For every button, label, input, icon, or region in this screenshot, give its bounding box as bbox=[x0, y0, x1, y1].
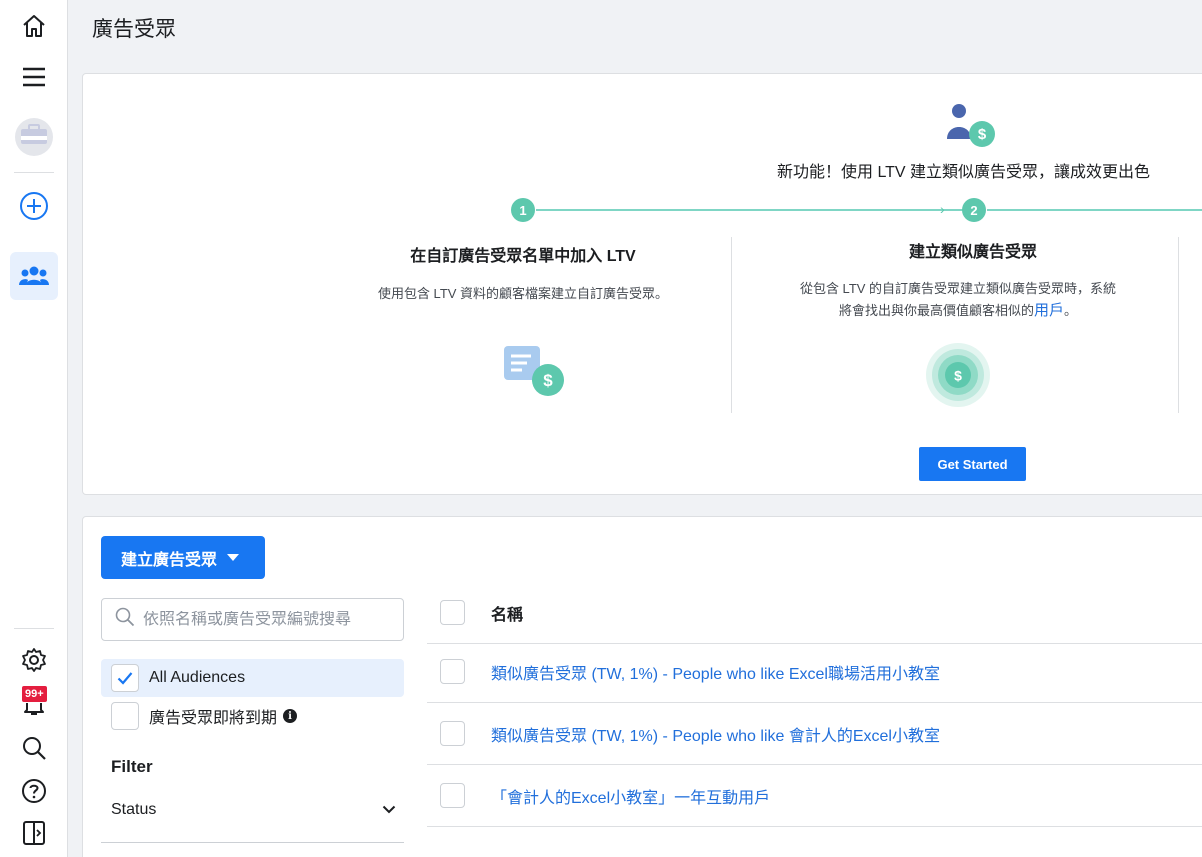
step-1-description: 使用包含 LTV 資料的顧客檔案建立自訂廣告受眾。 bbox=[377, 286, 669, 301]
step-connector bbox=[987, 209, 1202, 211]
all-audiences-checkbox[interactable] bbox=[111, 664, 139, 692]
step-connector bbox=[536, 209, 972, 211]
svg-text:$: $ bbox=[543, 371, 553, 390]
account-avatar bbox=[14, 117, 54, 157]
audience-search[interactable] bbox=[101, 598, 404, 641]
left-rail: 99+ bbox=[0, 0, 68, 857]
table-row: 「會計人的Excel小教室」一年互動用戶 bbox=[427, 765, 1202, 827]
audiences-icon bbox=[19, 264, 49, 288]
rail-divider bbox=[14, 628, 54, 629]
home-button[interactable] bbox=[10, 2, 58, 50]
step-2-description: 從包含 LTV 的自訂廣告受眾建立類似廣告受眾時，系統 將會找出與你最高價值顧客… bbox=[763, 278, 1153, 322]
lookalike-target-icon: $ bbox=[925, 342, 991, 413]
page-title: 廣告受眾 bbox=[92, 18, 176, 41]
help-button[interactable] bbox=[10, 767, 58, 815]
create-audience-label: 建立廣告受眾 bbox=[121, 551, 218, 569]
get-started-button[interactable]: Get Started bbox=[919, 447, 1026, 481]
column-name-header[interactable]: 名稱 bbox=[491, 601, 523, 625]
step-2-description-line1: 從包含 LTV 的自訂廣告受眾建立類似廣告受眾時，系統 bbox=[799, 281, 1117, 296]
audiences-card: 建立廣告受眾 All Audiences 廣告受眾即將到期 i Filter S… bbox=[82, 516, 1202, 857]
ltv-promo-card: $ 新功能！使用 LTV 建立類似廣告受眾，讓成效更出色 › 1 2 在自訂廣告… bbox=[82, 73, 1202, 495]
settings-button[interactable] bbox=[10, 636, 58, 684]
svg-text:$: $ bbox=[978, 126, 987, 143]
chevron-down-icon bbox=[382, 801, 396, 819]
step-2-description-end: 。 bbox=[1064, 303, 1078, 318]
app-root: 99+ 廣告受眾 $ 新功能！使用 LTV 建立類似廣告受眾，讓成效更出色 › … bbox=[0, 0, 1202, 857]
view-expiring-audiences[interactable]: 廣告受眾即將到期 i bbox=[101, 697, 404, 735]
filter-label: Status bbox=[111, 801, 157, 818]
rail-divider bbox=[14, 172, 54, 173]
check-icon bbox=[117, 672, 133, 685]
step-divider bbox=[1178, 237, 1179, 413]
svg-text:$: $ bbox=[954, 368, 962, 384]
step-2-description-line2: 將會找出與你最高價值顧客相似的用戶。 bbox=[763, 300, 1153, 322]
step-2-title: 建立類似廣告受眾 bbox=[908, 244, 1037, 261]
help-icon bbox=[21, 778, 47, 804]
create-button[interactable] bbox=[10, 182, 58, 230]
home-icon bbox=[20, 12, 48, 40]
users-link[interactable]: 用戶 bbox=[1034, 302, 1064, 319]
menu-button[interactable] bbox=[10, 53, 58, 101]
step-1-badge: 1 bbox=[511, 198, 535, 222]
audience-name-link[interactable]: 類似廣告受眾 (TW, 1%) - People who like 會計人的Ex… bbox=[491, 722, 940, 746]
filter-title: Filter bbox=[111, 757, 153, 776]
account-button[interactable] bbox=[10, 113, 58, 161]
ltv-user-dollar-icon: $ bbox=[943, 101, 1001, 156]
document-dollar-icon: $ bbox=[502, 342, 568, 405]
audience-name-link[interactable]: 「會計人的Excel小教室」一年互動用戶 bbox=[491, 784, 770, 808]
row-checkbox[interactable] bbox=[440, 783, 465, 808]
step-arrow-icon: › bbox=[940, 201, 945, 217]
menu-icon bbox=[21, 64, 47, 90]
step-2-badge: 2 bbox=[962, 198, 986, 222]
row-checkbox[interactable] bbox=[440, 721, 465, 746]
panel-toggle-icon bbox=[22, 820, 46, 846]
view-all-audiences[interactable]: All Audiences bbox=[101, 659, 404, 697]
settings-icon bbox=[21, 647, 47, 673]
notification-badge: 99+ bbox=[21, 685, 48, 703]
select-all-checkbox[interactable] bbox=[440, 600, 465, 625]
view-label: All Audiences bbox=[149, 669, 246, 686]
status-filter[interactable]: Status bbox=[111, 801, 396, 819]
step-1-title: 在自訂廣告受眾名單中加入 LTV bbox=[410, 248, 636, 265]
table-row: 類似廣告受眾 (TW, 1%) - People who like 會計人的Ex… bbox=[427, 703, 1202, 765]
chevron-down-icon bbox=[227, 554, 240, 561]
filter-divider bbox=[101, 842, 404, 843]
promo-headline: 新功能！使用 LTV 建立類似廣告受眾，讓成效更出色 bbox=[777, 164, 1151, 181]
step-2-description-text: 將會找出與你最高價值顧客相似的 bbox=[838, 303, 1034, 318]
table-header: 名稱 bbox=[427, 582, 1202, 644]
step-divider bbox=[731, 237, 732, 413]
info-icon[interactable]: i bbox=[283, 709, 298, 723]
table-row: 類似廣告受眾 (TW, 1%) - People who like Excel職… bbox=[427, 641, 1202, 703]
audiences-button[interactable] bbox=[10, 252, 58, 300]
create-icon bbox=[19, 191, 49, 221]
search-icon bbox=[115, 607, 135, 632]
audience-name-link[interactable]: 類似廣告受眾 (TW, 1%) - People who like Excel職… bbox=[491, 660, 940, 684]
expiring-audiences-checkbox[interactable] bbox=[111, 702, 139, 730]
create-audience-button[interactable]: 建立廣告受眾 bbox=[101, 536, 265, 579]
row-checkbox[interactable] bbox=[440, 659, 465, 684]
search-icon bbox=[21, 735, 47, 761]
view-label: 廣告受眾即將到期 bbox=[149, 710, 278, 727]
search-button[interactable] bbox=[10, 724, 58, 772]
panel-toggle-button[interactable] bbox=[10, 809, 58, 857]
search-input[interactable] bbox=[143, 610, 393, 629]
